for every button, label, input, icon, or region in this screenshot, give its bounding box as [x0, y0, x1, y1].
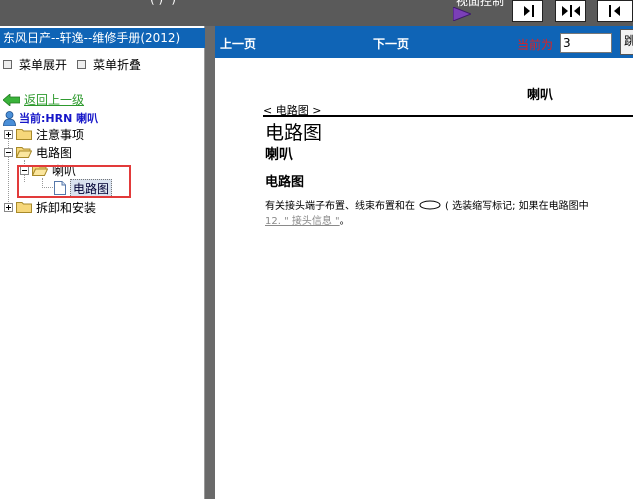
page-navbar: 上一页 下一页 当前为 跳	[215, 26, 633, 58]
toolbar-prev-button[interactable]	[597, 0, 633, 22]
option-marker-icon	[419, 200, 441, 209]
square-icon	[77, 60, 86, 69]
connector-info-link[interactable]: 12. " 接头信息 "	[265, 216, 340, 227]
menu-expand-label: 菜单展开	[19, 58, 68, 72]
tree-item-label: 注意事项	[36, 127, 85, 142]
square-icon	[3, 60, 12, 69]
tree-item-label: 拆卸和安装	[36, 200, 97, 215]
user-icon	[3, 110, 16, 126]
go-page-button[interactable]: 跳	[620, 29, 633, 55]
open-folder-icon	[16, 147, 32, 158]
left-navigation-panel: 东风日产--轩逸--维修手册(2012) 菜单展开 菜单折叠 返回上一级 当前:…	[0, 26, 205, 499]
toolbar-next-button[interactable]	[512, 0, 543, 22]
green-back-arrow-icon	[3, 93, 20, 106]
paragraph-text: 有关接头端子布置、线束布置和在	[265, 201, 415, 212]
paragraph-end: 。	[339, 216, 350, 227]
split-arrows-icon	[561, 5, 580, 17]
highlight-annotation-box	[17, 165, 131, 198]
section-title: 电路图	[265, 122, 323, 144]
collapse-minus-icon[interactable]	[4, 147, 13, 157]
document-content: 喇叭 < 电路图 > 电路图 喇叭 电路图 有关接头端子布置、线束布置和在 ( …	[215, 58, 633, 499]
back-up-link[interactable]: 返回上一级	[3, 91, 84, 108]
folder-icon	[16, 202, 32, 213]
divider	[263, 115, 633, 117]
prev-page-link[interactable]: 上一页	[220, 35, 256, 52]
current-location: 当前:HRN 喇叭	[3, 110, 98, 126]
page-number-input[interactable]	[560, 33, 612, 53]
tree-item-removal-installation[interactable]: 拆卸和安装	[4, 199, 96, 215]
top-clipped-text: ( )- )	[150, 0, 176, 6]
next-page-link[interactable]: 下一页	[373, 35, 409, 52]
arrow-right-bar-icon	[523, 5, 534, 17]
manual-title: 东风日产--轩逸--维修手册(2012)	[0, 28, 205, 48]
subsection-title: 喇叭	[265, 147, 293, 163]
panel-splitter[interactable]	[205, 26, 215, 499]
folder-icon	[16, 129, 32, 140]
menu-collapse-label: 菜单折叠	[93, 58, 142, 72]
play-arrow-icon[interactable]	[453, 7, 471, 21]
menu-collapse-button[interactable]: 菜单折叠	[77, 56, 141, 73]
current-location-label: 当前:HRN 喇叭	[19, 112, 99, 125]
toolbar-split-button[interactable]	[555, 0, 586, 22]
paragraph-text: ( 选装缩写标记; 如果在电路图中	[445, 201, 589, 212]
top-toolbar: ( )- ) 视面控制	[0, 0, 633, 26]
current-page-label: 当前为	[517, 38, 554, 52]
tree-item-label: 电路图	[36, 145, 73, 160]
subsubsection-title: 电路图	[265, 175, 305, 190]
arrow-left-bar-icon	[609, 5, 620, 17]
tree-item-precautions[interactable]: 注意事项	[4, 126, 84, 142]
expand-plus-icon[interactable]	[4, 129, 13, 139]
paragraph-line-2: 12. " 接头信息 "。	[265, 212, 350, 227]
expand-plus-icon[interactable]	[4, 202, 13, 212]
back-up-label: 返回上一级	[24, 93, 85, 107]
tree-item-circuit-diagram[interactable]: 电路图	[4, 144, 72, 160]
paragraph-line-1: 有关接头端子布置、线束布置和在 ( 选装缩写标记; 如果在电路图中	[265, 197, 589, 212]
menu-expand-button[interactable]: 菜单展开	[3, 56, 67, 73]
document-heading: 喇叭	[527, 88, 554, 103]
